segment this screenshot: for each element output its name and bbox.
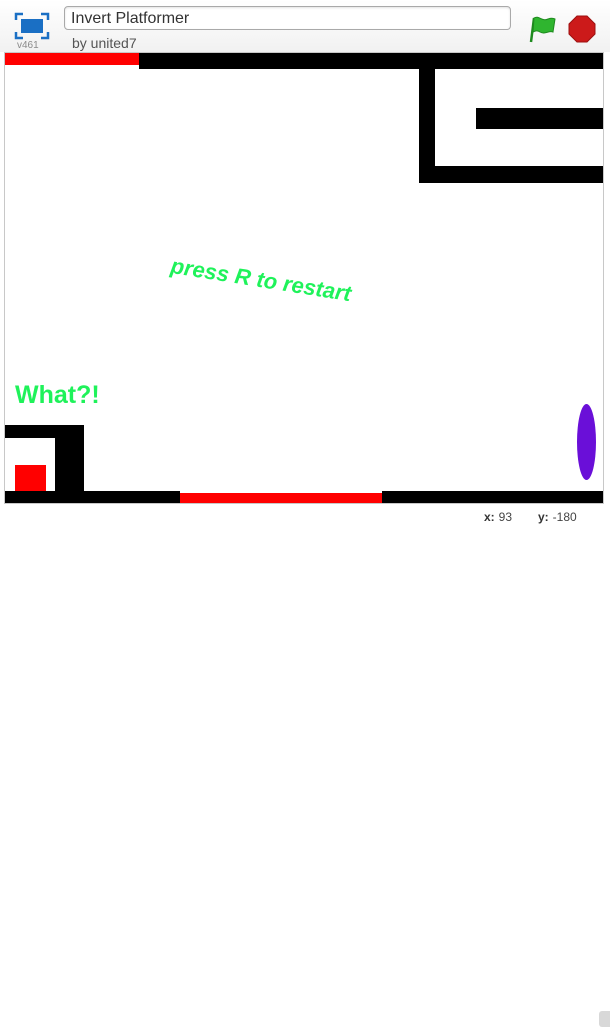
author-byline[interactable]: by united7	[72, 35, 137, 51]
right-box-bottom-wall	[419, 166, 603, 183]
stop-sign-icon	[568, 15, 596, 43]
stop-button[interactable]	[568, 15, 596, 43]
right-box-ledge	[476, 108, 603, 129]
green-flag-icon	[529, 16, 556, 43]
player-toolbar: v461 by united7	[0, 0, 610, 52]
mouse-y-readout: y: -180	[538, 510, 577, 524]
restart-hint-text: press R to restart	[169, 253, 353, 307]
y-value: -180	[552, 510, 577, 524]
project-title-input[interactable]	[64, 6, 511, 30]
panel-collapse-handle[interactable]	[599, 1011, 610, 1027]
fullscreen-button[interactable]	[14, 12, 50, 40]
green-flag-button[interactable]	[528, 14, 558, 44]
game-stage[interactable]: press R to restart What?!	[4, 52, 604, 504]
top-ceiling-wall	[139, 53, 603, 69]
status-bar: x: 93 y: -180	[0, 504, 610, 1027]
version-label: v461	[17, 40, 39, 51]
floor-lava-strip	[180, 493, 382, 503]
goal-portal	[577, 404, 596, 480]
x-label: x:	[484, 510, 495, 524]
mouse-x-readout: x: 93	[484, 510, 512, 524]
x-value: 93	[498, 510, 513, 524]
floor-wall-left	[5, 491, 180, 503]
what-exclamation-text: What?!	[15, 381, 100, 409]
top-lava-strip	[5, 53, 139, 65]
floor-wall-right	[382, 491, 603, 503]
right-box-left-wall	[419, 53, 435, 183]
y-label: y:	[538, 510, 549, 524]
fullscreen-icon	[14, 12, 50, 40]
